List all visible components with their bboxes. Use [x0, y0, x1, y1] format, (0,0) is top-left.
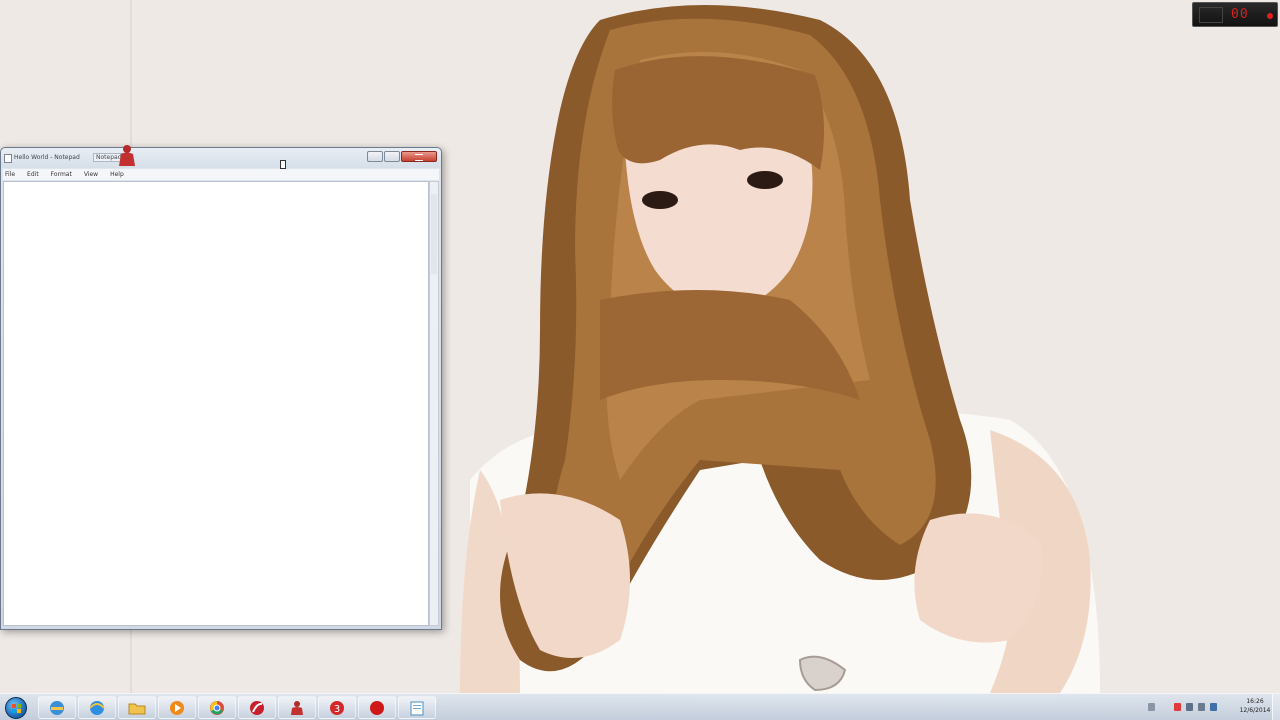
- red-figure-icon: [291, 700, 303, 715]
- taskbar: 3 16:26 12/6/2014: [0, 693, 1280, 720]
- notepad-icon: [410, 701, 424, 715]
- close-button[interactable]: [401, 151, 437, 162]
- notepad-titlebar[interactable]: Hello World - Notepad Notepad: [1, 148, 441, 168]
- taskbar-item-chrome[interactable]: [198, 696, 236, 719]
- red-three-icon: 3: [330, 700, 344, 715]
- gadget-value: 00: [1231, 7, 1249, 22]
- taskbar-item-notepad[interactable]: [398, 696, 436, 719]
- system-tray: 16:26 12/6/2014: [1140, 696, 1276, 719]
- gadget-indicator-icon: [1267, 13, 1273, 19]
- menu-view[interactable]: View: [84, 171, 98, 178]
- gadget-panel: [1199, 7, 1223, 23]
- taskbar-item-folder[interactable]: [118, 696, 156, 719]
- taskbar-item-game[interactable]: [278, 696, 316, 719]
- taskbar-item-flash[interactable]: [238, 696, 276, 719]
- clock-time[interactable]: 16:26: [1236, 698, 1274, 705]
- taskbar-item-explorer[interactable]: [38, 696, 76, 719]
- vertical-scrollbar[interactable]: [429, 181, 439, 626]
- notepad-window[interactable]: Hello World - Notepad Notepad File Edit …: [0, 147, 442, 630]
- volume-icon[interactable]: [1198, 703, 1205, 711]
- mouse-cursor: [280, 160, 286, 169]
- start-button[interactable]: [2, 695, 30, 720]
- maximize-button[interactable]: [384, 151, 400, 162]
- taskbar-item-record[interactable]: [358, 696, 396, 719]
- menu-edit[interactable]: Edit: [27, 171, 39, 178]
- tray-app-icon[interactable]: [1174, 703, 1181, 711]
- window-title: Hello World - Notepad: [14, 154, 80, 161]
- taskbar-item-internet-explorer[interactable]: [78, 696, 116, 719]
- desktop-gadget[interactable]: 00: [1192, 2, 1278, 27]
- scrollbar-thumb[interactable]: [431, 194, 437, 274]
- text-editor-area[interactable]: [3, 181, 429, 626]
- explorer-icon: [50, 700, 64, 715]
- clock-date[interactable]: 12/6/2014: [1236, 707, 1274, 714]
- show-desktop-button[interactable]: [1272, 694, 1280, 720]
- minimize-button[interactable]: [367, 151, 383, 162]
- menu-help[interactable]: Help: [110, 171, 124, 178]
- internet-explorer-icon: [89, 700, 105, 715]
- flag-icon[interactable]: [1210, 703, 1217, 711]
- folder-icon: [128, 703, 146, 714]
- notepad-icon: [4, 154, 12, 163]
- menu-format[interactable]: Format: [51, 171, 72, 178]
- red-figure-icon: [119, 145, 135, 166]
- tray-arrow-icon[interactable]: [1148, 703, 1155, 711]
- taskbar-item-red-app[interactable]: 3: [318, 696, 356, 719]
- media-player-icon: [170, 700, 184, 715]
- record-icon: [370, 700, 384, 715]
- windows-orb-icon: [5, 696, 27, 719]
- taskbar-item-media-player[interactable]: [158, 696, 196, 719]
- svg-text:3: 3: [334, 704, 340, 715]
- menu-file[interactable]: File: [5, 171, 15, 178]
- network-icon[interactable]: [1186, 703, 1193, 711]
- menu-bar: File Edit Format View Help: [3, 169, 439, 180]
- flash-icon: [250, 700, 264, 715]
- chrome-icon: [210, 700, 224, 715]
